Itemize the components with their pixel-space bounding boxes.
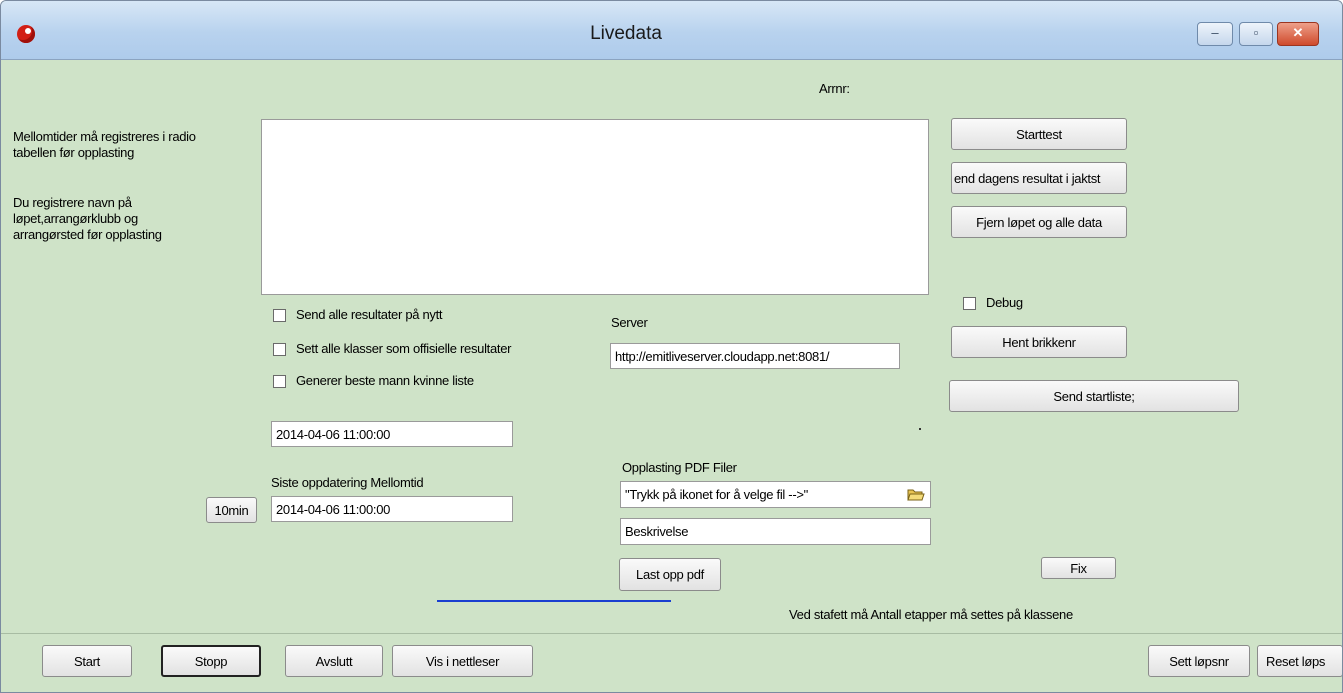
pdf-description-field[interactable]: Beskrivelse	[620, 518, 931, 545]
arrnr-label: Arrnr:	[819, 81, 850, 96]
pdf-upload-label: Opplasting PDF Filer	[622, 460, 737, 475]
server-label: Server	[611, 315, 648, 330]
send-startliste-button[interactable]: Send startliste;	[949, 380, 1239, 412]
window-title: Livedata	[590, 23, 662, 44]
log-textarea[interactable]	[261, 119, 929, 295]
send-alle-checkbox[interactable]	[273, 309, 286, 322]
vis-i-nettleser-button[interactable]: Vis i nettleser	[392, 645, 533, 677]
stray-dot	[919, 428, 921, 430]
avslutt-button[interactable]: Avslutt	[285, 645, 383, 677]
stafett-note: Ved stafett må Antall etapper må settes …	[789, 607, 1073, 622]
send-alle-label: Send alle resultater på nytt	[296, 307, 443, 322]
info-text-1a: Mellomtider må registreres i radio	[13, 129, 196, 144]
debug-label: Debug	[986, 295, 1023, 310]
ten-min-button[interactable]: 10min	[206, 497, 257, 523]
last-opp-pdf-button[interactable]: Last opp pdf	[619, 558, 721, 591]
sett-lopsnr-button[interactable]: Sett løpsnr	[1148, 645, 1250, 677]
info-text-1b: tabellen før opplasting	[13, 145, 135, 160]
pdf-file-field[interactable]: "Trykk på ikonet for å velge fil -->"	[620, 481, 931, 508]
debug-checkbox[interactable]	[963, 297, 976, 310]
close-button[interactable]: ✕	[1277, 22, 1319, 46]
send-dagens-resultat-button[interactable]: end dagens resultat i jaktst	[951, 162, 1127, 194]
starttest-button[interactable]: Starttest	[951, 118, 1127, 150]
hent-brikkenr-button[interactable]: Hent brikkenr	[951, 326, 1127, 358]
fjern-lopet-button[interactable]: Fjern løpet og alle data	[951, 206, 1127, 238]
generer-beste-label: Generer beste mann kvinne liste	[296, 373, 474, 388]
info-text-2b: løpet,arrangørklubb og	[13, 211, 138, 226]
generer-beste-checkbox[interactable]	[273, 375, 286, 388]
info-text-2a: Du registrere navn på	[13, 195, 132, 210]
minimize-button[interactable]: ‒	[1197, 22, 1233, 46]
maximize-button[interactable]: ▫	[1239, 22, 1273, 46]
sett-alle-checkbox[interactable]	[273, 343, 286, 356]
start-time-field[interactable]: 2014-04-06 11:00:00	[271, 421, 513, 447]
mellomtid-field[interactable]: 2014-04-06 11:00:00	[271, 496, 513, 522]
info-text-2c: arrangørsted før opplasting	[13, 227, 162, 242]
start-button[interactable]: Start	[42, 645, 132, 677]
title-bar[interactable]: Livedata ‒ ▫ ✕	[1, 1, 1342, 60]
reset-lops-button[interactable]: Reset løps	[1257, 645, 1342, 677]
bottom-separator	[1, 633, 1342, 634]
hyperlink-underline[interactable]	[437, 600, 671, 602]
mellomtid-label: Siste oppdatering Mellomtid	[271, 475, 424, 490]
stopp-button[interactable]: Stopp	[161, 645, 261, 677]
open-folder-icon[interactable]	[907, 487, 925, 501]
fix-button[interactable]: Fix	[1041, 557, 1116, 579]
sett-alle-label: Sett alle klasser som offisielle resulta…	[296, 341, 512, 356]
server-field[interactable]: http://emitliveserver.cloudapp.net:8081/	[610, 343, 900, 369]
livedata-window: Livedata ‒ ▫ ✕ Arrnr: Mellomtider må reg…	[0, 0, 1343, 693]
